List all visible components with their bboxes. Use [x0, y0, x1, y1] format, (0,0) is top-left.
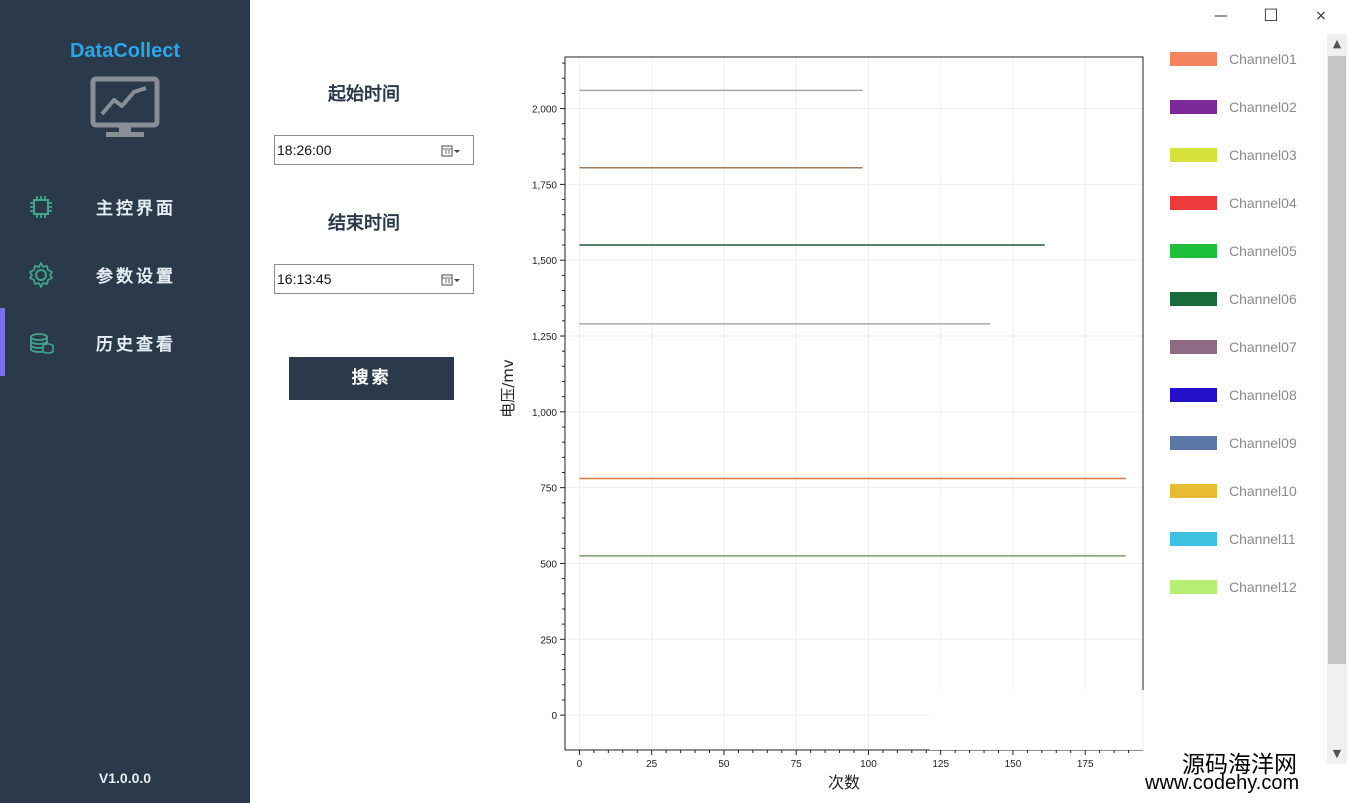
y-tick-label: 0 [551, 711, 557, 722]
legend-label: Channel07 [1229, 339, 1297, 355]
legend-item[interactable]: Channel12 [1160, 570, 1325, 600]
x-tick-label: 75 [791, 759, 803, 770]
maximize-button[interactable]: ☐ [1259, 4, 1283, 28]
scroll-down-icon[interactable]: ▼ [1327, 744, 1347, 764]
end-time-value: 16:13:45 [277, 271, 332, 287]
legend-swatch [1170, 100, 1217, 114]
legend-item[interactable]: Channel04 [1160, 186, 1325, 216]
start-time-picker[interactable]: 18:26:00 [274, 135, 474, 165]
scroll-thumb[interactable] [1328, 56, 1346, 664]
legend-item[interactable]: Channel11 [1160, 522, 1325, 552]
legend-item[interactable]: Channel08 [1160, 378, 1325, 408]
x-tick-label: 0 [577, 759, 583, 770]
legend-swatch [1170, 340, 1217, 354]
database-icon [30, 333, 54, 354]
y-tick-label: 750 [540, 484, 557, 495]
sidebar: DataCollect 主控界面 参数设置 历史查看 V1.0.0.0 [0, 0, 250, 803]
y-tick-label: 250 [540, 635, 557, 646]
x-tick-label: 100 [860, 759, 877, 770]
end-time-picker[interactable]: 16:13:45 [274, 264, 474, 294]
legend-label: Channel01 [1229, 51, 1297, 67]
legend-swatch [1170, 532, 1217, 546]
x-axis-label: 次数 [828, 773, 860, 792]
legend-swatch [1170, 52, 1217, 66]
legend-label: Channel12 [1229, 579, 1297, 595]
legend-swatch [1170, 484, 1217, 498]
scroll-up-icon[interactable]: ▲ [1327, 34, 1347, 54]
legend-swatch [1170, 292, 1217, 306]
start-time-label: 起始时间 [328, 84, 400, 105]
app-title: DataCollect [69, 40, 181, 62]
end-time-label: 结束时间 [328, 213, 400, 234]
legend-swatch [1170, 388, 1217, 402]
x-tick-label: 125 [932, 759, 949, 770]
chip-icon [30, 196, 52, 218]
legend-label: Channel03 [1229, 147, 1297, 163]
x-tick-label: 50 [718, 759, 730, 770]
x-tick-label: 150 [1005, 759, 1022, 770]
legend-swatch [1170, 148, 1217, 162]
legend-label: Channel08 [1229, 387, 1297, 403]
x-tick-label: 25 [646, 759, 658, 770]
nav-item-settings[interactable]: 参数设置 [0, 240, 250, 308]
version-label: V1.0.0.0 [98, 770, 152, 786]
legend-item[interactable]: Channel05 [1160, 234, 1325, 264]
nav-label-main: 主控界面 [96, 199, 176, 219]
legend-item[interactable]: Channel01 [1160, 42, 1325, 72]
y-tick-label: 1,500 [532, 256, 557, 267]
nav-label-history: 历史查看 [96, 335, 176, 355]
legend-item[interactable]: Channel02 [1160, 90, 1325, 120]
nav-item-history[interactable]: 历史查看 [0, 308, 250, 376]
y-tick-label: 1,750 [532, 180, 557, 191]
legend-item[interactable]: Channel03 [1160, 138, 1325, 168]
app-window: DataCollect 主控界面 参数设置 历史查看 V1.0.0.0 — ☐ … [0, 0, 1349, 803]
voltage-chart: 0 250 500 750 1,000 1,250 1,500 1,750 2,000 0 25 50… [499, 56, 1144, 792]
calendar-dropdown-icon[interactable] [441, 273, 461, 287]
watermark-url: www.codehy.com [1145, 772, 1300, 794]
legend-item[interactable]: Channel06 [1160, 282, 1325, 312]
legend-swatch [1170, 580, 1217, 594]
y-tick-label: 1,000 [532, 408, 557, 419]
legend-item[interactable]: Channel07 [1160, 330, 1325, 360]
watermark-overlay [930, 690, 1315, 750]
legend-label: Channel10 [1229, 483, 1297, 499]
search-button[interactable]: 搜索 [289, 357, 454, 400]
nav-item-main[interactable]: 主控界面 [0, 172, 250, 240]
legend-item[interactable]: Channel09 [1160, 426, 1325, 456]
watermark-overlay [1158, 610, 1318, 690]
y-tick-label: 2,000 [532, 105, 557, 116]
start-time-value: 18:26:00 [277, 142, 332, 158]
legend-swatch [1170, 244, 1217, 258]
legend-swatch [1170, 436, 1217, 450]
x-tick-label: 175 [1077, 759, 1094, 770]
calendar-dropdown-icon[interactable] [441, 144, 461, 158]
y-tick-label: 1,250 [532, 332, 557, 343]
gear-icon [29, 262, 53, 288]
legend-item[interactable]: Channel10 [1160, 474, 1325, 504]
legend-label: Channel11 [1229, 531, 1296, 547]
legend-label: Channel02 [1229, 99, 1297, 115]
y-tick-label: 500 [540, 559, 557, 570]
legend-label: Channel09 [1229, 435, 1297, 451]
close-button[interactable]: × [1309, 4, 1333, 28]
monitor-chart-icon [90, 76, 160, 137]
legend-label: Channel05 [1229, 243, 1297, 259]
nav-label-settings: 参数设置 [96, 267, 176, 287]
legend-swatch [1170, 196, 1217, 210]
legend-scrollbar[interactable]: ▲ ▼ [1327, 34, 1347, 764]
legend-label: Channel04 [1229, 195, 1297, 211]
minimize-button[interactable]: — [1209, 4, 1233, 28]
y-axis-label: 电压/mv [499, 359, 517, 418]
legend-label: Channel06 [1229, 291, 1297, 307]
